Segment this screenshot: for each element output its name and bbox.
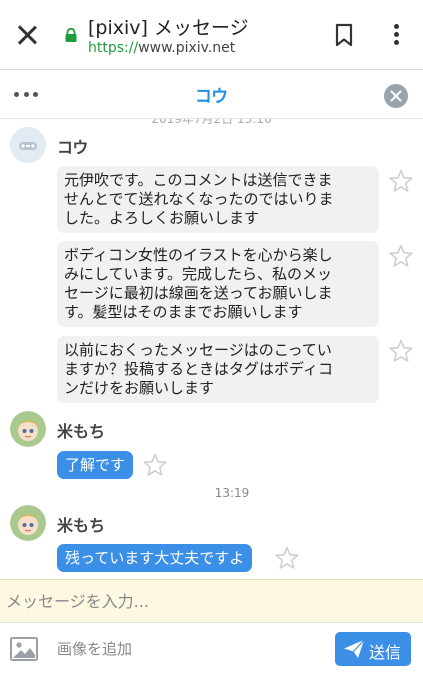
message-bubble-own: 了解です xyxy=(57,451,134,479)
url-scheme: https:// xyxy=(88,40,139,56)
avatar[interactable] xyxy=(10,505,46,541)
more-vert-icon[interactable] xyxy=(388,24,404,50)
message-bubble: 以前におくったメッセージはのこってい ますか？投稿するときはタグはボディコ ンだけを… xyxy=(57,336,379,403)
add-image-label[interactable]: 画像を追加 xyxy=(57,638,132,659)
star-icon[interactable] xyxy=(388,168,414,194)
sender-name: コウ xyxy=(57,138,89,157)
default-avatar-icon xyxy=(10,127,46,163)
star-icon[interactable] xyxy=(274,545,300,571)
browser-toolbar: [pixiv] メッセージ https://www.pixiv.net xyxy=(0,0,423,70)
page-title: [pixiv] メッセージ xyxy=(88,17,249,39)
date-timestamp: 2019年7月2日 13:16 xyxy=(151,119,272,126)
message-list[interactable]: 2019年7月2日 13:16 コウ 元伊吹です。このコメントは送信できま せんと… xyxy=(0,119,423,577)
avatar[interactable] xyxy=(10,127,46,163)
close-icon[interactable] xyxy=(12,20,42,50)
message-bubble: 元伊吹です。このコメントは送信できま せんとでて送れなくなったのではいりま した。よ… xyxy=(57,166,379,233)
star-icon[interactable] xyxy=(388,243,414,269)
send-icon xyxy=(344,639,365,658)
page-url[interactable]: https://www.pixiv.net xyxy=(88,40,235,56)
message-bubble: ボディコン女性のイラストを心から楽し みにしています。完成したら、私のメッ セージに… xyxy=(57,241,379,327)
send-button[interactable]: 送信 xyxy=(335,632,411,666)
url-host: www.pixiv.net xyxy=(138,40,236,56)
star-icon[interactable] xyxy=(142,452,168,478)
conversation-name: コウ xyxy=(194,87,229,107)
sender-name: 米もち xyxy=(57,422,106,441)
close-conversation-icon[interactable] xyxy=(384,84,408,108)
message-input-container xyxy=(0,579,423,623)
conversation-header: コウ xyxy=(0,71,423,119)
send-label: 送信 xyxy=(369,643,402,662)
message-input[interactable] xyxy=(0,580,423,623)
message-bubble-own: 残っています大丈夫ですよ xyxy=(57,544,253,572)
sender-name: 米もち xyxy=(57,516,106,535)
lock-icon xyxy=(65,28,77,42)
user-avatar-icon xyxy=(10,505,46,541)
user-avatar-icon xyxy=(10,411,46,447)
bookmark-icon[interactable] xyxy=(332,22,356,48)
image-icon[interactable] xyxy=(10,637,38,661)
star-icon[interactable] xyxy=(388,338,414,364)
avatar[interactable] xyxy=(10,411,46,447)
composer-toolbar: 画像を追加 送信 xyxy=(0,624,423,680)
time-timestamp: 13:19 xyxy=(214,486,250,500)
